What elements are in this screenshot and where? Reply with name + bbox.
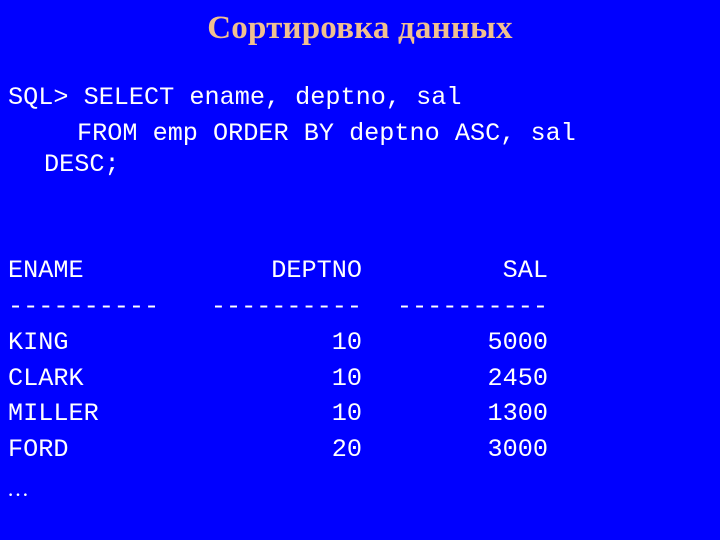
cell-deptno: 10 <box>331 399 362 428</box>
continuation-ellipsis: … <box>7 476 29 501</box>
slide-title: Сортировка данных <box>207 10 513 46</box>
header-ename: ENAME <box>8 256 84 285</box>
separator-ename: ---------- <box>8 292 160 321</box>
table-row: MILLER 10 1300 <box>8 396 548 432</box>
cell-deptno: 10 <box>331 328 362 357</box>
header-deptno: DEPTNO <box>271 256 362 285</box>
table-row: FORD 20 3000 <box>8 432 548 468</box>
cell-deptno: 20 <box>331 435 362 464</box>
table-separator-row: ---------- ---------- ---------- <box>8 289 548 325</box>
cell-ename: KING <box>8 328 69 357</box>
sql-query-line-3: DESC; <box>44 150 120 179</box>
table-row: CLARK 10 2450 <box>8 361 548 397</box>
separator-sal: ---------- <box>396 292 548 321</box>
table-header-row: ENAME DEPTNO SAL <box>8 253 548 289</box>
separator-deptno: ---------- <box>210 292 362 321</box>
cell-deptno: 10 <box>331 364 362 393</box>
cell-sal: 3000 <box>487 435 548 464</box>
sql-query-line-1: SQL> SELECT ename, deptno, sal <box>8 83 462 112</box>
sql-query-line-2: FROM emp ORDER BY deptno ASC, sal <box>77 119 576 148</box>
header-sal: SAL <box>502 256 548 285</box>
cell-sal: 2450 <box>487 364 548 393</box>
cell-ename: CLARK <box>8 364 84 393</box>
table-row: KING 10 5000 <box>8 325 548 361</box>
cell-ename: MILLER <box>8 399 99 428</box>
cell-sal: 1300 <box>487 399 548 428</box>
cell-sal: 5000 <box>487 328 548 357</box>
cell-ename: FORD <box>8 435 69 464</box>
